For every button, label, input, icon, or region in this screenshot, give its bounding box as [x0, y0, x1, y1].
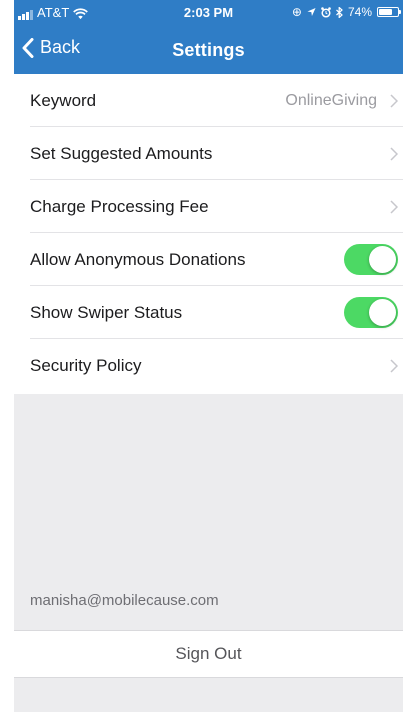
keyword-label: Keyword	[30, 90, 97, 110]
keyword-value: OnlineGiving	[285, 91, 377, 109]
app-header: AT&T 2:03 PM ⊕ 74% Back Settings	[14, 0, 403, 74]
status-bar: AT&T 2:03 PM ⊕ 74%	[14, 0, 403, 26]
page-title: Settings	[172, 40, 245, 60]
alarm-icon	[321, 6, 331, 18]
swiper-status-label: Show Swiper Status	[30, 302, 183, 322]
location-icon	[307, 7, 316, 17]
toggle-knob	[369, 299, 396, 326]
toggle-knob	[369, 246, 396, 273]
account-section: manisha@mobilecause.com Sign Out	[14, 394, 403, 712]
anonymous-donations-toggle[interactable]	[344, 244, 398, 275]
chevron-right-icon	[390, 147, 398, 161]
battery-percent: 74%	[347, 5, 372, 19]
swiper-status-toggle[interactable]	[344, 297, 398, 328]
settings-screen: AT&T 2:03 PM ⊕ 74% Back Settings Keyword…	[0, 0, 403, 712]
navigation-bar: Back Settings	[14, 26, 403, 74]
settings-row-anonymous-donations: Allow Anonymous Donations	[14, 233, 403, 286]
settings-row-swiper-status: Show Swiper Status	[14, 286, 403, 339]
suggested-amounts-label: Set Suggested Amounts	[30, 143, 213, 163]
account-email: manisha@mobilecause.com	[30, 592, 219, 609]
battery-icon	[377, 7, 401, 17]
security-policy-label: Security Policy	[30, 355, 142, 375]
chevron-right-icon	[390, 200, 398, 214]
settings-row-suggested-amounts[interactable]: Set Suggested Amounts	[14, 127, 403, 180]
processing-fee-label: Charge Processing Fee	[30, 196, 209, 216]
sign-out-button[interactable]: Sign Out	[14, 630, 403, 678]
screen-lock-icon: ⊕	[291, 5, 302, 19]
anonymous-donations-label: Allow Anonymous Donations	[30, 249, 246, 269]
chevron-right-icon	[390, 94, 398, 108]
sign-out-label: Sign Out	[175, 644, 242, 663]
settings-row-keyword[interactable]: Keyword OnlineGiving	[14, 74, 403, 127]
bluetooth-icon	[336, 6, 343, 18]
status-bar-right: ⊕ 74%	[291, 5, 401, 19]
settings-row-processing-fee[interactable]: Charge Processing Fee	[14, 180, 403, 233]
settings-list: Keyword OnlineGiving Set Suggested Amoun…	[14, 74, 403, 392]
chevron-right-icon	[390, 359, 398, 373]
settings-row-security-policy[interactable]: Security Policy	[14, 339, 403, 392]
